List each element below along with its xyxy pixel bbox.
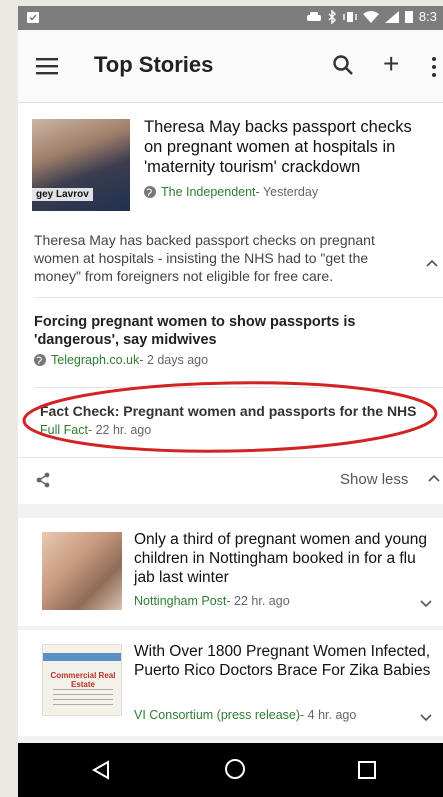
thumbnail-band [43, 653, 121, 661]
thumbnail-caption: gey Lavrov [32, 188, 93, 201]
vibrate-icon [343, 11, 357, 22]
search-icon[interactable] [332, 54, 354, 76]
story-cluster-card: gey Lavrov Theresa May backs passport ch… [18, 103, 443, 504]
story-source-row: VI Consortium (press release) - 4 hr. ag… [134, 708, 356, 722]
recents-icon[interactable] [358, 761, 376, 779]
story-headline[interactable]: Only a third of pregnant women and young… [134, 530, 434, 587]
car-icon [306, 11, 321, 21]
app-bar: Top Stories + [18, 30, 443, 103]
wifi-icon [362, 10, 379, 23]
battery-icon [404, 11, 413, 23]
thumbnail-lines [53, 689, 113, 709]
story-source[interactable]: VI Consortium (press release) [134, 708, 300, 722]
chevron-down-icon[interactable] [420, 600, 432, 608]
story-source-row: Nottingham Post - 22 hr. ago [134, 594, 290, 608]
menu-icon[interactable] [36, 57, 58, 75]
status-icons: 8:3 [306, 9, 437, 24]
story-summary: Theresa May has backed passport checks o… [34, 232, 375, 284]
bluetooth-icon [328, 9, 336, 24]
divider [34, 297, 443, 298]
story-time: - 22 hr. ago [226, 594, 290, 608]
share-icon[interactable] [36, 472, 50, 488]
story-source[interactable]: The Independent [161, 185, 256, 199]
chevron-up-icon[interactable] [428, 474, 440, 482]
status-time: 8:3 [418, 9, 437, 24]
story-thumbnail[interactable]: Commercial Real Estate [42, 644, 122, 716]
story-headline[interactable]: Theresa May backs passport checks on pre… [144, 117, 434, 177]
story-thumbnail[interactable] [42, 532, 122, 610]
story-headline[interactable]: With Over 1800 Pregnant Women Infected, … [134, 642, 439, 680]
home-icon[interactable] [224, 758, 246, 780]
related-source[interactable]: Telegraph.co.uk [51, 353, 139, 367]
clipboard-icon [27, 12, 39, 23]
plus-icon[interactable]: + [383, 50, 399, 78]
story-source[interactable]: Nottingham Post [134, 594, 226, 608]
more-icon[interactable] [432, 56, 436, 78]
related-time: - 2 days ago [139, 353, 209, 367]
show-less-button[interactable]: Show less [340, 471, 408, 488]
thumbnail-text: Commercial Real Estate [50, 671, 116, 689]
story-card[interactable]: Only a third of pregnant women and young… [18, 518, 443, 626]
chevron-up-icon[interactable] [426, 259, 438, 267]
related-source-row: Telegraph.co.uk - 2 days ago [34, 353, 208, 367]
share-bar: Show less [18, 457, 443, 504]
story-thumbnail[interactable]: gey Lavrov [32, 119, 130, 211]
story-card[interactable]: Commercial Real Estate With Over 1800 Pr… [18, 630, 443, 736]
signal-icon [384, 10, 399, 23]
navigation-bar [18, 743, 443, 797]
story-source-row: The Independent - Yesterday [144, 185, 318, 199]
page-title: Top Stories [94, 52, 214, 77]
red-annotation-oval [22, 381, 438, 453]
globe-icon [144, 186, 156, 198]
story-time: - 4 hr. ago [300, 708, 357, 722]
back-icon[interactable] [92, 760, 110, 780]
chevron-down-icon[interactable] [420, 714, 432, 722]
phone-screen: 8:3 Top Stories + gey Lavrov Theresa May… [18, 6, 443, 797]
related-headline[interactable]: Forcing pregnant women to show passports… [34, 313, 439, 349]
story-time: - Yesterday [255, 185, 319, 199]
status-bar: 8:3 [18, 6, 443, 30]
globe-icon [34, 354, 46, 366]
story-feed: gey Lavrov Theresa May backs passport ch… [18, 103, 443, 743]
